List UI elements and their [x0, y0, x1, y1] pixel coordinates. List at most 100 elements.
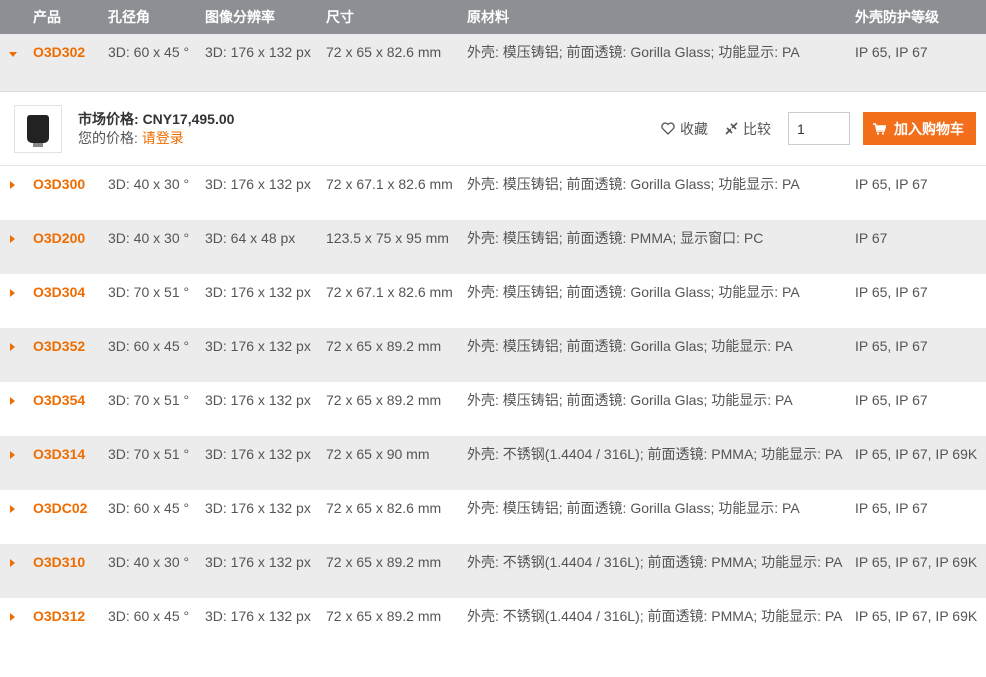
cell-size: 123.5 x 75 x 95 mm	[326, 230, 449, 246]
cell-ip-rating: IP 65, IP 67	[855, 176, 928, 192]
caret-right-icon[interactable]	[10, 505, 15, 513]
cell-size: 72 x 65 x 82.6 mm	[326, 500, 442, 516]
header-aperture[interactable]: 孔径角	[108, 0, 205, 34]
cell-resolution: 3D: 176 x 132 px	[205, 392, 311, 408]
product-link[interactable]: O3DC02	[33, 500, 87, 516]
expand-toggle[interactable]	[0, 490, 33, 544]
caret-right-icon[interactable]	[10, 559, 15, 567]
product-link[interactable]: O3D302	[33, 44, 85, 60]
cell-size: 72 x 65 x 89.2 mm	[326, 554, 442, 570]
compare-button[interactable]: 比较	[725, 119, 771, 139]
expand-toggle[interactable]	[0, 274, 33, 328]
your-price-label: 您的价格:	[78, 129, 138, 146]
table-row[interactable]: O3D304 3D: 70 x 51 ° 3D: 176 x 132 px 72 x …	[0, 274, 986, 328]
cell-material: 外壳: 模压铸铝; 前面透镜: Gorilla Glas; 功能显示: PA	[467, 338, 793, 354]
expand-toggle[interactable]	[0, 598, 33, 652]
expand-toggle[interactable]	[0, 328, 33, 382]
cell-ip-rating: IP 65, IP 67	[855, 284, 928, 300]
table-row[interactable]: O3D354 3D: 70 x 51 ° 3D: 176 x 132 px 72 x …	[0, 382, 986, 436]
cell-size: 72 x 65 x 89.2 mm	[326, 338, 442, 354]
header-ip-rating[interactable]: 外壳防护等级	[855, 0, 986, 34]
cell-aperture: 3D: 60 x 45 °	[108, 338, 190, 354]
header-resolution[interactable]: 图像分辨率	[205, 0, 326, 34]
cell-aperture: 3D: 40 x 30 °	[108, 230, 190, 246]
cell-aperture: 3D: 70 x 51 °	[108, 446, 190, 462]
cell-size: 72 x 67.1 x 82.6 mm	[326, 284, 453, 300]
product-link[interactable]: O3D312	[33, 608, 85, 624]
cell-resolution: 3D: 176 x 132 px	[205, 176, 311, 192]
add-to-cart-label: 加入购物车	[894, 120, 964, 137]
table-row[interactable]: O3D200 3D: 40 x 30 ° 3D: 64 x 48 px 123.5 x…	[0, 220, 986, 274]
cell-material: 外壳: 不锈钢(1.4404 / 316L); 前面透镜: PMMA; 功能显示…	[467, 608, 843, 624]
favorite-button[interactable]: 收藏	[661, 119, 708, 139]
product-link[interactable]: O3D200	[33, 230, 85, 246]
table-row[interactable]: O3D300 3D: 40 x 30 ° 3D: 176 x 132 px 72 x …	[0, 166, 986, 220]
cell-ip-rating: IP 65, IP 67	[855, 500, 928, 516]
product-link[interactable]: O3D352	[33, 338, 85, 354]
product-link[interactable]: O3D300	[33, 176, 85, 192]
caret-right-icon[interactable]	[10, 343, 15, 351]
cell-size: 72 x 65 x 89.2 mm	[326, 608, 442, 624]
product-detail-panel: 市场价格: CNY17,495.00 您的价格: 请登录 收藏 比较 加入购物车	[0, 91, 986, 166]
cell-size: 72 x 65 x 82.6 mm	[326, 44, 442, 60]
product-link[interactable]: O3D310	[33, 554, 85, 570]
cell-material: 外壳: 不锈钢(1.4404 / 316L); 前面透镜: PMMA; 功能显示…	[467, 554, 843, 570]
cell-ip-rating: IP 65, IP 67, IP 69K	[855, 446, 978, 462]
product-table: 产品 孔径角 图像分辨率 尺寸 原材料 外壳防护等级 O3D302 3D: 60…	[0, 0, 986, 652]
add-to-cart-button[interactable]: 加入购物车	[863, 112, 976, 145]
caret-right-icon[interactable]	[10, 289, 15, 297]
expand-toggle[interactable]	[0, 382, 33, 436]
expand-toggle[interactable]	[0, 220, 33, 274]
header-size[interactable]: 尺寸	[326, 0, 467, 34]
table-row[interactable]: O3D312 3D: 60 x 45 ° 3D: 176 x 132 px 72 x …	[0, 598, 986, 652]
sensor-image	[27, 114, 49, 147]
quantity-input[interactable]	[788, 112, 850, 145]
cell-ip-rating: IP 67	[855, 230, 888, 246]
cell-resolution: 3D: 176 x 132 px	[205, 44, 311, 60]
cell-ip-rating: IP 65, IP 67	[855, 338, 928, 354]
table-row[interactable]: O3D310 3D: 40 x 30 ° 3D: 176 x 132 px 72 x …	[0, 544, 986, 598]
header-product[interactable]: 产品	[33, 0, 108, 34]
cell-ip-rating: IP 65, IP 67, IP 69K	[855, 608, 978, 624]
caret-right-icon[interactable]	[10, 235, 15, 243]
cell-resolution: 3D: 176 x 132 px	[205, 500, 311, 516]
cart-icon	[873, 122, 886, 134]
login-link[interactable]: 请登录	[142, 130, 184, 146]
expand-toggle[interactable]	[0, 544, 33, 598]
cell-aperture: 3D: 40 x 30 °	[108, 176, 190, 192]
heart-icon	[661, 122, 675, 135]
product-link[interactable]: O3D354	[33, 392, 85, 408]
caret-down-icon[interactable]	[9, 52, 17, 57]
cell-resolution: 3D: 64 x 48 px	[205, 230, 296, 246]
detail-actions: 收藏 比较 加入购物车	[661, 112, 976, 145]
cell-aperture: 3D: 60 x 45 °	[108, 44, 190, 60]
expand-toggle[interactable]	[0, 166, 33, 220]
cell-material: 外壳: 不锈钢(1.4404 / 316L); 前面透镜: PMMA; 功能显示…	[467, 446, 843, 462]
cell-aperture: 3D: 60 x 45 °	[108, 608, 190, 624]
cell-size: 72 x 65 x 89.2 mm	[326, 392, 442, 408]
table-row[interactable]: O3D352 3D: 60 x 45 ° 3D: 176 x 132 px 72 x …	[0, 328, 986, 382]
compare-label: 比较	[743, 120, 771, 137]
caret-right-icon[interactable]	[10, 451, 15, 459]
expand-toggle[interactable]	[0, 436, 33, 490]
table-body: O3D300 3D: 40 x 30 ° 3D: 176 x 132 px 72 x …	[0, 166, 986, 652]
cell-size: 72 x 67.1 x 82.6 mm	[326, 176, 453, 192]
table-row-expanded[interactable]: O3D302 3D: 60 x 45 ° 3D: 176 x 132 px 72…	[0, 34, 986, 91]
cell-material: 外壳: 模压铸铝; 前面透镜: Gorilla Glas; 功能显示: PA	[467, 392, 793, 408]
product-link[interactable]: O3D304	[33, 284, 85, 300]
table-header: 产品 孔径角 图像分辨率 尺寸 原材料 外壳防护等级	[0, 0, 986, 34]
table-row[interactable]: O3D314 3D: 70 x 51 ° 3D: 176 x 132 px 72 x …	[0, 436, 986, 490]
caret-right-icon[interactable]	[10, 397, 15, 405]
market-price-label: 市场价格:	[78, 110, 139, 127]
caret-right-icon[interactable]	[10, 613, 15, 621]
price-block: 市场价格: CNY17,495.00 您的价格: 请登录	[78, 110, 234, 148]
caret-right-icon[interactable]	[10, 181, 15, 189]
collapse-toggle[interactable]	[0, 34, 33, 91]
cell-ip-rating: IP 65, IP 67	[855, 392, 928, 408]
product-link[interactable]: O3D314	[33, 446, 85, 462]
table-row[interactable]: O3DC02 3D: 60 x 45 ° 3D: 176 x 132 px 72 x …	[0, 490, 986, 544]
favorite-label: 收藏	[680, 120, 708, 137]
product-thumbnail[interactable]	[14, 104, 62, 153]
header-material[interactable]: 原材料	[467, 0, 855, 34]
cell-aperture: 3D: 40 x 30 °	[108, 554, 190, 570]
